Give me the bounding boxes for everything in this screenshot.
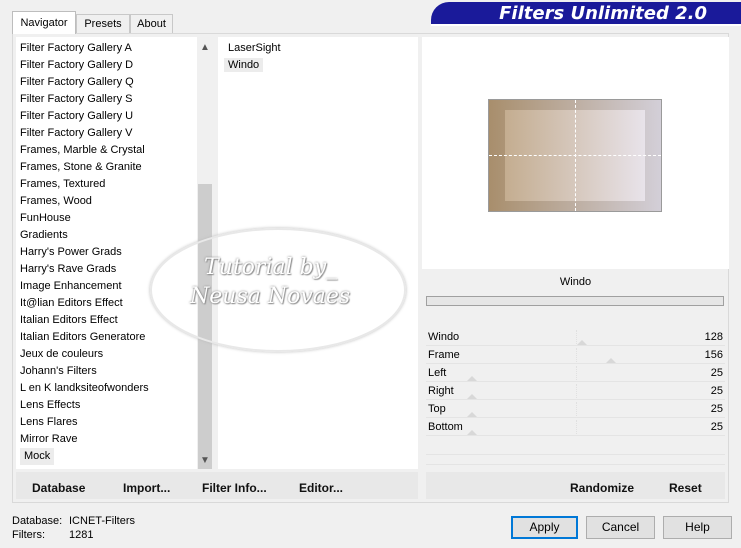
database-value: ICNET-Filters — [69, 515, 135, 527]
param-value: 25 — [710, 367, 723, 379]
category-item[interactable]: Filter Factory Gallery D — [16, 57, 213, 74]
filters-label: Filters: — [12, 529, 45, 541]
scroll-up-icon[interactable]: ▲ — [197, 40, 213, 56]
cancel-button[interactable]: Cancel — [586, 516, 655, 539]
param-label: Top — [428, 403, 446, 415]
param-row-left[interactable]: Left 25 — [426, 364, 725, 382]
app-title: Filters Unlimited 2.0 — [499, 3, 707, 24]
category-item[interactable]: Italian Editors Effect — [16, 312, 213, 329]
category-item[interactable]: Frames, Marble & Crystal — [16, 142, 213, 159]
param-divider — [426, 435, 725, 436]
category-scroll-thumb[interactable] — [198, 184, 212, 469]
filter-info-button[interactable]: Filter Info... — [202, 481, 267, 495]
category-item[interactable]: Mirror Rave — [16, 431, 213, 448]
filters-count: 1281 — [69, 529, 94, 541]
category-item[interactable]: Lens Effects — [16, 397, 213, 414]
reset-button[interactable]: Reset — [669, 481, 702, 495]
param-center-guide — [576, 420, 577, 434]
category-item[interactable]: Lens Flares — [16, 414, 213, 431]
category-item[interactable]: Harry's Power Grads — [16, 244, 213, 261]
database-label: Database: — [12, 515, 63, 527]
param-row-top[interactable]: Top 25 — [426, 400, 725, 418]
tab-presets[interactable]: Presets — [76, 14, 130, 33]
progress-bar — [426, 296, 724, 306]
param-row-frame[interactable]: Frame 156 — [426, 346, 725, 364]
scroll-down-icon[interactable]: ▼ — [197, 453, 213, 469]
param-row-windo[interactable]: Windo 128 — [426, 328, 725, 346]
param-label: Left — [428, 367, 447, 379]
tab-about[interactable]: About — [130, 14, 173, 33]
database-button[interactable]: Database — [32, 481, 85, 495]
editor-button[interactable]: Editor... — [299, 481, 343, 495]
category-item[interactable]: Gradients — [16, 227, 213, 244]
preview-panel — [422, 37, 729, 269]
category-item-selected[interactable]: Mock — [20, 448, 55, 465]
category-item[interactable]: Frames, Wood — [16, 193, 213, 210]
apply-button[interactable]: Apply — [511, 516, 578, 539]
param-center-guide — [576, 402, 577, 416]
category-item[interactable]: Italian Editors Generatore — [16, 329, 213, 346]
import-button[interactable]: Import... — [123, 481, 170, 495]
category-item[interactable]: It@lian Editors Effect — [16, 295, 213, 312]
category-item[interactable]: Filter Factory Gallery Q — [16, 74, 213, 91]
category-item[interactable]: Image Enhancement — [16, 278, 213, 295]
category-item[interactable]: FunHouse — [16, 210, 213, 227]
param-label: Windo — [428, 331, 460, 343]
param-value: 25 — [710, 385, 723, 397]
param-value: 156 — [704, 349, 723, 361]
param-center-guide — [576, 348, 577, 362]
param-row-right[interactable]: Right 25 — [426, 382, 725, 400]
param-label: Bottom — [428, 421, 463, 433]
title-banner: Filters Unlimited 2.0 — [431, 2, 741, 26]
help-button[interactable]: Help — [663, 516, 732, 539]
param-divider — [426, 454, 725, 455]
category-item[interactable]: Filter Factory Gallery A — [16, 40, 213, 57]
category-item[interactable]: Filter Factory Gallery U — [16, 108, 213, 125]
category-item[interactable]: Mock — [16, 448, 213, 465]
param-value: 25 — [710, 421, 723, 433]
filter-item[interactable]: LaserSight — [224, 41, 285, 55]
param-divider — [426, 464, 725, 465]
param-center-guide — [576, 366, 577, 380]
filter-list[interactable]: LaserSight Windo — [218, 37, 418, 469]
param-value: 25 — [710, 403, 723, 415]
param-row-bottom[interactable]: Bottom 25 — [426, 418, 725, 436]
category-item[interactable]: Johann's Filters — [16, 363, 213, 380]
param-value: 128 — [704, 331, 723, 343]
parameter-filter-name: Windo — [559, 276, 592, 288]
category-item[interactable]: Frames, Stone & Granite — [16, 159, 213, 176]
category-list[interactable]: Filter Factory Gallery A Filter Factory G… — [16, 37, 213, 469]
param-center-guide — [576, 330, 577, 344]
category-item[interactable]: Harry's Rave Grads — [16, 261, 213, 278]
category-item[interactable]: Filter Factory Gallery S — [16, 91, 213, 108]
param-label: Frame — [428, 349, 460, 361]
param-center-guide — [576, 384, 577, 398]
category-item[interactable]: Frames, Textured — [16, 176, 213, 193]
category-item[interactable]: Jeux de couleurs — [16, 346, 213, 363]
category-item[interactable]: Filter Factory Gallery V — [16, 125, 213, 142]
preview-image — [488, 99, 662, 212]
param-label: Right — [428, 385, 454, 397]
randomize-button[interactable]: Randomize — [570, 481, 634, 495]
tab-navigator[interactable]: Navigator — [12, 11, 76, 34]
category-item[interactable]: L en K landksiteofwonders — [16, 380, 213, 397]
filter-item[interactable]: Windo — [224, 58, 264, 72]
